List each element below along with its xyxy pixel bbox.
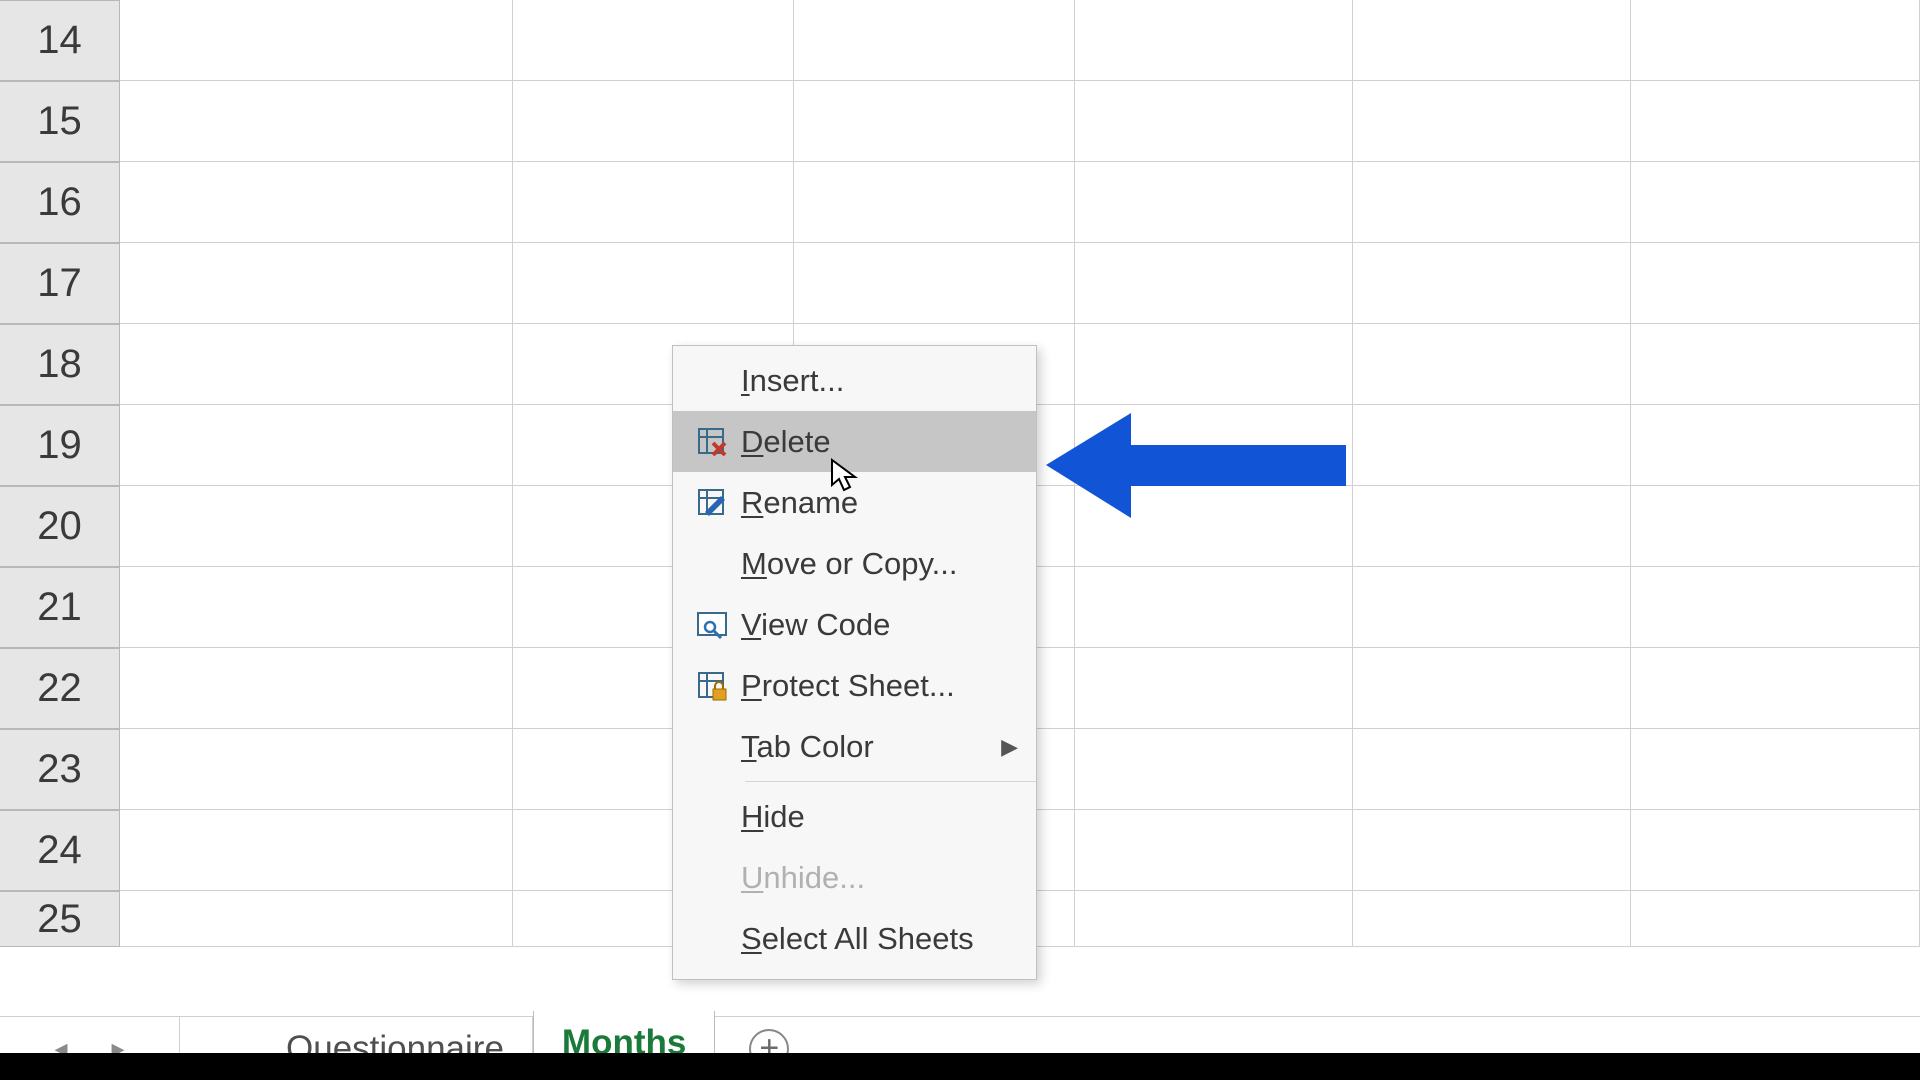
cell[interactable] bbox=[1631, 324, 1920, 405]
menu-item-protectsheet[interactable]: Protect Sheet... bbox=[673, 655, 1036, 716]
cell[interactable] bbox=[1075, 729, 1353, 810]
row-header[interactable]: 18 bbox=[0, 324, 120, 405]
protect-sheet-icon bbox=[683, 669, 741, 703]
menu-item-unhide: Unhide... bbox=[673, 847, 1036, 908]
menu-item-insert[interactable]: Insert... bbox=[673, 350, 1036, 411]
cell[interactable] bbox=[1353, 81, 1631, 162]
cell[interactable] bbox=[1075, 243, 1353, 324]
menu-item-tabcolor[interactable]: Tab Color▶ bbox=[673, 716, 1036, 777]
cell[interactable] bbox=[794, 243, 1075, 324]
row-header[interactable]: 24 bbox=[0, 810, 120, 891]
menu-item-label: Delete bbox=[741, 424, 1018, 460]
cell[interactable] bbox=[1631, 405, 1920, 486]
cell[interactable] bbox=[794, 162, 1075, 243]
cell[interactable] bbox=[1631, 162, 1920, 243]
menu-item-label: Protect Sheet... bbox=[741, 668, 1018, 704]
cell[interactable] bbox=[120, 810, 513, 891]
menu-item-hide[interactable]: Hide bbox=[673, 786, 1036, 847]
cell[interactable] bbox=[1631, 243, 1920, 324]
cell[interactable] bbox=[1631, 810, 1920, 891]
cell[interactable] bbox=[120, 486, 513, 567]
cell[interactable] bbox=[794, 81, 1075, 162]
cell[interactable] bbox=[1075, 567, 1353, 648]
mouse-cursor-icon bbox=[830, 458, 860, 492]
menu-item-label: Hide bbox=[741, 799, 1018, 835]
menu-item-viewcode[interactable]: View Code bbox=[673, 594, 1036, 655]
cell[interactable] bbox=[1631, 891, 1920, 947]
cell[interactable] bbox=[1075, 648, 1353, 729]
annotation-arrow bbox=[1046, 413, 1346, 518]
menu-item-label: Rename bbox=[741, 485, 1018, 521]
cell[interactable] bbox=[1631, 567, 1920, 648]
cell[interactable] bbox=[1353, 891, 1631, 947]
row-header[interactable]: 15 bbox=[0, 81, 120, 162]
cell[interactable] bbox=[1075, 324, 1353, 405]
cell[interactable] bbox=[1353, 162, 1631, 243]
cell[interactable] bbox=[1353, 648, 1631, 729]
bottom-black-bar bbox=[0, 1053, 1920, 1080]
menu-item-moveorcopy[interactable]: Move or Copy... bbox=[673, 533, 1036, 594]
cell[interactable] bbox=[1353, 810, 1631, 891]
cell[interactable] bbox=[1631, 648, 1920, 729]
cell[interactable] bbox=[1075, 891, 1353, 947]
menu-item-label: Tab Color bbox=[741, 729, 1001, 765]
cell[interactable] bbox=[1075, 0, 1353, 81]
row-header[interactable]: 16 bbox=[0, 162, 120, 243]
delete-sheet-icon bbox=[683, 425, 741, 459]
cell[interactable] bbox=[120, 324, 513, 405]
cell[interactable] bbox=[1353, 324, 1631, 405]
cell[interactable] bbox=[1075, 81, 1353, 162]
cell[interactable] bbox=[1631, 729, 1920, 810]
menu-item-label: Select All Sheets bbox=[741, 921, 1018, 957]
cell[interactable] bbox=[1353, 243, 1631, 324]
sheet-tab-context-menu: Insert... Delete Rename Move or Copy... View… bbox=[672, 345, 1037, 980]
row-header[interactable]: 19 bbox=[0, 405, 120, 486]
cell[interactable] bbox=[1353, 729, 1631, 810]
row-header[interactable]: 20 bbox=[0, 486, 120, 567]
cell[interactable] bbox=[120, 81, 513, 162]
cell[interactable] bbox=[1075, 810, 1353, 891]
menu-item-label: Insert... bbox=[741, 363, 1018, 399]
cell[interactable] bbox=[120, 567, 513, 648]
cell[interactable] bbox=[513, 0, 794, 81]
row-header-column: 141516171819202122232425 bbox=[0, 0, 120, 947]
menu-item-selectall[interactable]: Select All Sheets bbox=[673, 908, 1036, 969]
rename-sheet-icon bbox=[683, 486, 741, 520]
cell[interactable] bbox=[120, 729, 513, 810]
cell[interactable] bbox=[1353, 405, 1631, 486]
row-header[interactable]: 25 bbox=[0, 891, 120, 947]
row-header[interactable]: 22 bbox=[0, 648, 120, 729]
submenu-caret-icon: ▶ bbox=[1001, 734, 1018, 760]
cell[interactable] bbox=[513, 243, 794, 324]
cell[interactable] bbox=[513, 162, 794, 243]
cell[interactable] bbox=[1631, 81, 1920, 162]
cell[interactable] bbox=[794, 0, 1075, 81]
cell[interactable] bbox=[120, 891, 513, 947]
cell[interactable] bbox=[1631, 0, 1920, 81]
cell[interactable] bbox=[1353, 486, 1631, 567]
cell[interactable] bbox=[120, 243, 513, 324]
menu-item-label: Unhide... bbox=[741, 860, 1018, 896]
menu-item-label: View Code bbox=[741, 607, 1018, 643]
cell[interactable] bbox=[513, 81, 794, 162]
menu-item-label: Move or Copy... bbox=[741, 546, 1018, 582]
menu-separator bbox=[745, 781, 1036, 782]
view-code-icon bbox=[683, 608, 741, 642]
cell[interactable] bbox=[120, 162, 513, 243]
cell[interactable] bbox=[120, 405, 513, 486]
cell[interactable] bbox=[1631, 486, 1920, 567]
row-header[interactable]: 14 bbox=[0, 0, 120, 81]
row-header[interactable]: 23 bbox=[0, 729, 120, 810]
cell[interactable] bbox=[120, 0, 513, 81]
row-header[interactable]: 17 bbox=[0, 243, 120, 324]
cell[interactable] bbox=[1353, 0, 1631, 81]
cell[interactable] bbox=[1353, 567, 1631, 648]
cell[interactable] bbox=[120, 648, 513, 729]
row-header[interactable]: 21 bbox=[0, 567, 120, 648]
cell[interactable] bbox=[1075, 162, 1353, 243]
